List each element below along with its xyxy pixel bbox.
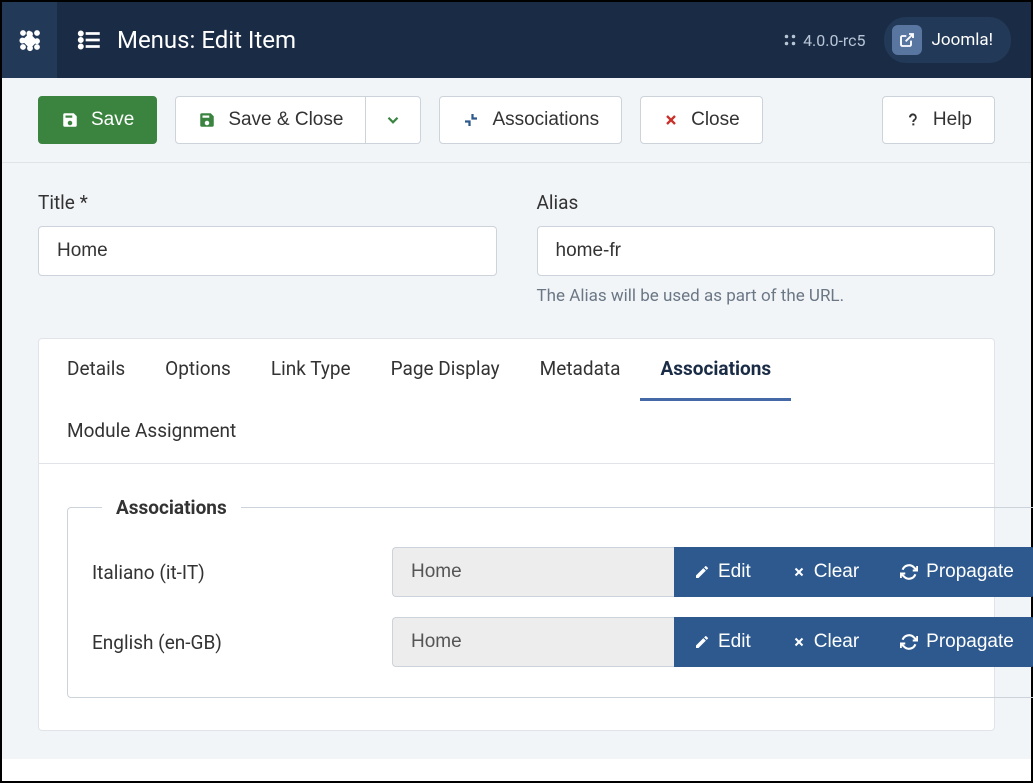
associations-button[interactable]: Associations xyxy=(439,96,622,144)
title-input[interactable] xyxy=(38,226,497,276)
edit-icon xyxy=(694,564,710,580)
joomla-link-text: Joomla! xyxy=(932,30,993,50)
help-button[interactable]: Help xyxy=(882,96,995,144)
association-row-it: Italiano (it-IT) Edit Clear Propagate xyxy=(92,547,1033,597)
assoc-edit-en[interactable]: Edit xyxy=(674,617,772,667)
assoc-input-en xyxy=(392,617,674,667)
clear-icon xyxy=(792,635,806,649)
joomla-logo[interactable] xyxy=(2,2,57,78)
associations-label: Associations xyxy=(492,109,599,131)
assoc-propagate-en[interactable]: Propagate xyxy=(880,617,1033,667)
assoc-clear-en[interactable]: Clear xyxy=(772,617,880,667)
title-label: Title * xyxy=(38,191,497,214)
close-icon xyxy=(663,112,679,128)
list-icon xyxy=(77,27,103,53)
topbar: Menus: Edit Item 4.0.0-rc5 Joomla! xyxy=(2,2,1031,78)
close-label: Close xyxy=(691,109,740,131)
tab-card: Details Options Link Type Page Display M… xyxy=(38,338,995,731)
help-icon xyxy=(905,110,921,130)
alias-help: The Alias will be used as part of the UR… xyxy=(537,286,996,306)
save-close-button[interactable]: Save & Close xyxy=(175,96,366,144)
associations-fieldset: Associations Italiano (it-IT) Edit Clear xyxy=(67,496,1033,698)
joomla-link[interactable]: Joomla! xyxy=(884,17,1011,63)
page-title: Menus: Edit Item xyxy=(117,26,296,54)
clear-icon xyxy=(792,565,806,579)
assoc-label-en: English (en-GB) xyxy=(92,631,392,654)
tab-metadata[interactable]: Metadata xyxy=(520,339,641,401)
assoc-edit-it[interactable]: Edit xyxy=(674,547,772,597)
assoc-input-it xyxy=(392,547,674,597)
save-close-dropdown[interactable] xyxy=(366,96,421,144)
save-icon xyxy=(198,111,216,129)
version-badge[interactable]: 4.0.0-rc5 xyxy=(783,31,865,50)
assoc-clear-it[interactable]: Clear xyxy=(772,547,880,597)
tab-link-type[interactable]: Link Type xyxy=(251,339,371,401)
tabs: Details Options Link Type Page Display M… xyxy=(39,339,994,464)
association-row-en: English (en-GB) Edit Clear Propagate xyxy=(92,617,1033,667)
alias-label: Alias xyxy=(537,191,996,214)
tab-details[interactable]: Details xyxy=(47,339,145,401)
assoc-propagate-it[interactable]: Propagate xyxy=(880,547,1033,597)
propagate-icon xyxy=(900,633,918,651)
tab-page-display[interactable]: Page Display xyxy=(371,339,520,401)
associations-legend: Associations xyxy=(102,496,241,519)
toolbar: Save Save & Close Associations Close Hel… xyxy=(2,78,1031,163)
chevron-down-icon xyxy=(384,111,402,129)
alias-input[interactable] xyxy=(537,226,996,276)
tab-module-assignment[interactable]: Module Assignment xyxy=(47,401,256,463)
save-button[interactable]: Save xyxy=(38,96,157,144)
tab-options[interactable]: Options xyxy=(145,339,251,401)
edit-icon xyxy=(694,634,710,650)
save-label: Save xyxy=(91,109,134,131)
contract-icon xyxy=(462,111,480,129)
save-close-group: Save & Close xyxy=(175,96,421,144)
tab-associations[interactable]: Associations xyxy=(640,339,791,401)
propagate-icon xyxy=(900,563,918,581)
close-button[interactable]: Close xyxy=(640,96,763,144)
external-link-icon xyxy=(892,25,922,55)
save-icon xyxy=(61,111,79,129)
save-close-label: Save & Close xyxy=(228,109,343,131)
version-text: 4.0.0-rc5 xyxy=(803,31,865,50)
assoc-label-it: Italiano (it-IT) xyxy=(92,561,392,584)
content-area: Title * Alias The Alias will be used as … xyxy=(2,163,1031,759)
help-label: Help xyxy=(933,109,972,131)
